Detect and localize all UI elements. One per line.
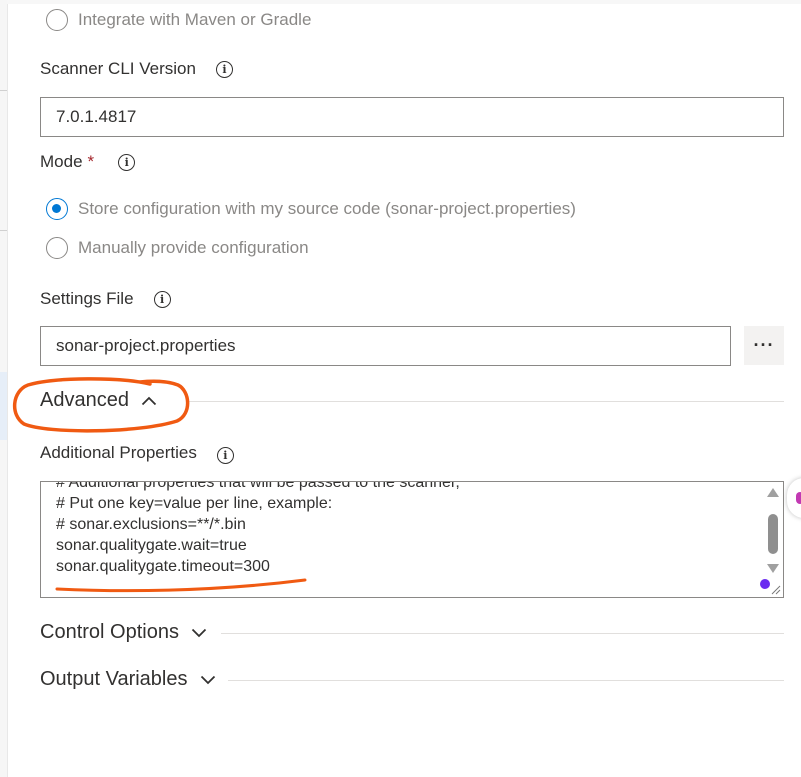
output-variables-title: Output Variables [40,668,188,690]
textarea-scrollbar[interactable] [767,488,779,576]
textarea-line: sonar.qualitygate.timeout=300 [56,558,270,575]
textarea-line: # sonar.exclusions=**/*.bin [56,516,246,533]
advanced-section-toggle[interactable]: Advanced [40,389,157,412]
settings-file-text: Settings File [40,289,134,308]
additional-properties-label: Additional Properties i [40,441,234,464]
browse-button[interactable]: ··· [744,326,784,365]
left-nav-selected [0,372,7,440]
chevron-down-icon [200,675,215,684]
top-border [7,0,801,4]
floating-side-tab[interactable] [787,478,801,518]
output-variables-divider [228,680,784,681]
radio-circle[interactable] [46,237,68,259]
control-options-divider [221,633,784,634]
scroll-up-icon[interactable] [767,488,779,497]
left-nav-strip [0,0,8,777]
textarea-line: # Additional properties that will be pas… [56,481,460,491]
scanner-cli-version-label: Scanner CLI Version i [40,59,233,79]
radio-manual-config[interactable]: Manually provide configuration [46,237,309,259]
chevron-up-icon [141,396,157,405]
radio-store-config-label: Store configuration with my source code … [78,199,576,218]
radio-store-config[interactable]: Store configuration with my source code … [46,198,576,220]
status-dot [760,579,770,589]
scanner-cli-version-input[interactable]: 7.0.1.4817 [40,97,784,137]
settings-file-value: sonar-project.properties [56,336,236,355]
radio-manual-config-label: Manually provide configuration [78,238,309,257]
info-icon[interactable]: i [215,60,233,78]
chevron-down-icon [191,628,207,637]
info-icon[interactable]: i [153,290,171,308]
textarea-line: # Put one key=value per line, example: [56,495,333,512]
mode-text: Mode [40,152,83,171]
scroll-thumb[interactable] [768,514,778,554]
mode-label: Mode * i [40,152,136,172]
additional-properties-textarea[interactable]: # Additional properties that will be pas… [40,481,784,598]
radio-circle[interactable] [46,9,68,31]
control-options-title: Control Options [40,621,179,643]
settings-file-input[interactable]: sonar-project.properties [40,326,731,366]
textarea-line: sonar.qualitygate.wait=true [56,537,247,554]
info-icon[interactable]: i [118,153,136,171]
output-variables-toggle[interactable]: Output Variables [40,668,216,691]
radio-maven-gradle-label: Integrate with Maven or Gradle [78,10,312,29]
settings-file-label: Settings File i [40,289,171,309]
additional-properties-text: Additional Properties [40,442,197,462]
textarea-content: # Additional properties that will be pas… [56,481,460,577]
control-options-toggle[interactable]: Control Options [40,621,207,644]
advanced-divider [188,401,784,402]
required-marker: * [87,152,95,171]
radio-circle-selected[interactable] [46,198,68,220]
resize-grip-icon[interactable] [769,583,781,595]
info-icon[interactable]: i [216,447,234,464]
scanner-cli-version-value: 7.0.1.4817 [56,107,137,126]
advanced-title: Advanced [40,389,129,411]
scanner-cli-version-text: Scanner CLI Version [40,59,196,78]
ellipsis-icon: ··· [753,335,775,355]
radio-maven-gradle[interactable]: Integrate with Maven or Gradle [46,9,311,31]
scroll-down-icon[interactable] [767,564,779,573]
